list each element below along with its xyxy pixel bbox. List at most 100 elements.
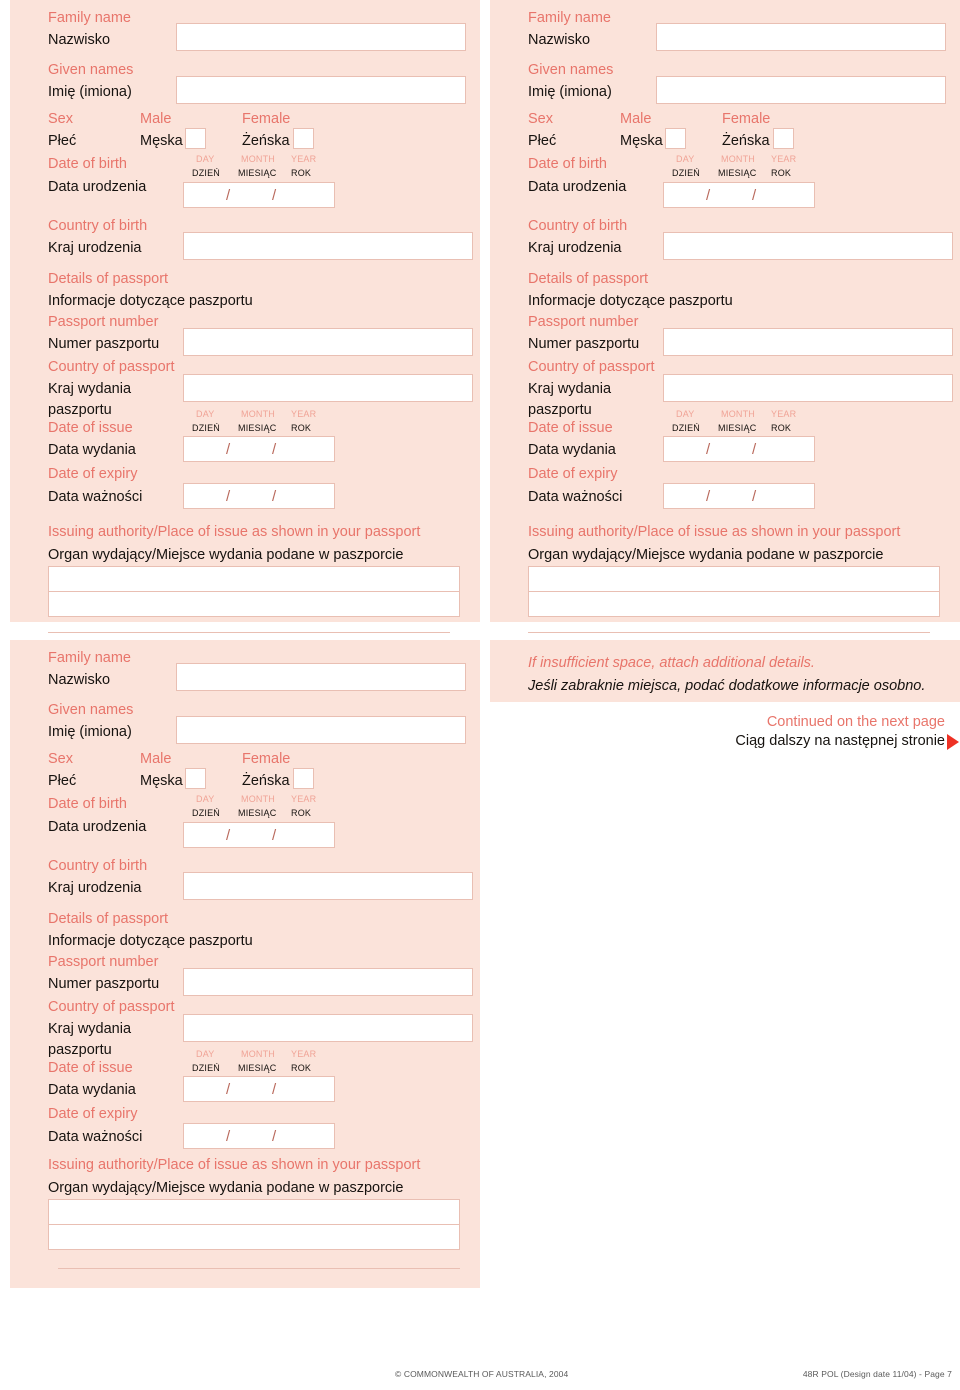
day-label-en: DAY	[196, 154, 215, 164]
passport-number-input[interactable]	[183, 328, 473, 356]
sex-female-checkbox[interactable]	[293, 128, 314, 149]
country-of-birth-input[interactable]	[183, 232, 473, 260]
block-separator-bottom	[58, 1268, 460, 1269]
given-names-input[interactable]	[656, 76, 946, 104]
given-names-label-pl: Imię (imiona)	[48, 84, 132, 100]
family-name-input[interactable]	[176, 663, 466, 691]
sex-label-en: Sex	[48, 751, 73, 767]
month-label-pl: MIESIĄC	[718, 168, 757, 178]
date-of-birth-label-en: Date of birth	[48, 796, 127, 812]
date-of-issue-input[interactable]: / /	[183, 436, 335, 462]
date-of-issue-label-pl: Data wydania	[528, 442, 616, 458]
family-name-label-en: Family name	[48, 10, 131, 26]
sex-female-checkbox[interactable]	[773, 128, 794, 149]
day-label-pl: DZIEŃ	[192, 168, 220, 178]
given-names-input[interactable]	[176, 716, 466, 744]
given-names-input[interactable]	[176, 76, 466, 104]
year-label-en: YEAR	[291, 154, 317, 164]
issuing-authority-label-en: Issuing authority/Place of issue as show…	[48, 1157, 421, 1173]
form-id-footer: 48R POL (Design date 11/04) - Page 7	[802, 1369, 952, 1379]
male-label-pl: Męska	[620, 133, 663, 149]
date-of-expiry-label-en: Date of expiry	[528, 466, 618, 482]
country-of-passport-label-pl-2: paszportu	[528, 402, 592, 418]
month-label-en: MONTH	[241, 1049, 275, 1059]
date-of-birth-label-en: Date of birth	[48, 156, 127, 172]
issuing-authority-input-line-1[interactable]	[528, 566, 940, 592]
continued-notice: Continued on the next page Ciąg dalszy n…	[490, 713, 959, 751]
passport-number-label-en: Passport number	[48, 314, 159, 330]
date-of-birth-input[interactable]: / /	[663, 182, 815, 208]
passport-number-input[interactable]	[183, 968, 473, 996]
year-label-pl: ROK	[291, 168, 312, 178]
country-of-birth-label-en: Country of birth	[48, 858, 148, 874]
sex-label-en: Sex	[48, 111, 73, 127]
country-of-birth-input[interactable]	[183, 872, 473, 900]
block-separator-right	[528, 632, 930, 633]
family-name-input[interactable]	[656, 23, 946, 51]
sex-male-checkbox[interactable]	[185, 768, 206, 789]
country-of-passport-label-pl-1: Kraj wydania	[48, 1021, 132, 1037]
day-label-en: DAY	[676, 154, 695, 164]
date-of-issue-input[interactable]: / /	[663, 436, 815, 462]
given-names-label-en: Given names	[48, 702, 134, 718]
female-label-pl: Żeńska	[242, 133, 290, 149]
issuing-authority-input-line-2[interactable]	[48, 591, 460, 617]
day-label-en: DAY	[196, 1049, 215, 1059]
day-label-pl: DZIEŃ	[672, 168, 700, 178]
day-label-en: DAY	[196, 794, 215, 804]
date-slash-2: /	[272, 1081, 277, 1098]
country-of-birth-input[interactable]	[663, 232, 953, 260]
date-of-expiry-input[interactable]: / /	[183, 483, 335, 509]
date-of-birth-input[interactable]: / /	[183, 182, 335, 208]
date-slash-1: /	[706, 187, 711, 204]
country-of-passport-label-pl-2: paszportu	[48, 1042, 112, 1058]
issuing-authority-input-line-1[interactable]	[48, 566, 460, 592]
issuing-authority-label-pl: Organ wydający/Miejsce wydania podane w …	[48, 547, 404, 563]
date-of-birth-input[interactable]: / /	[183, 822, 335, 848]
issuing-authority-label-en: Issuing authority/Place of issue as show…	[528, 524, 901, 540]
passport-number-label-en: Passport number	[528, 314, 639, 330]
date-slash-2: /	[752, 187, 757, 204]
month-label-pl: MIESIĄC	[238, 808, 277, 818]
sex-male-checkbox[interactable]	[185, 128, 206, 149]
passport-number-input[interactable]	[663, 328, 953, 356]
issuing-authority-input-line-2[interactable]	[48, 1224, 460, 1250]
date-of-issue-label-pl: Data wydania	[48, 1082, 136, 1098]
date-slash-2: /	[272, 441, 277, 458]
country-of-passport-input[interactable]	[183, 1014, 473, 1042]
date-slash-1: /	[226, 441, 231, 458]
country-of-passport-input[interactable]	[183, 374, 473, 402]
right-triangle-icon	[947, 734, 959, 750]
country-of-passport-label-en: Country of passport	[528, 359, 655, 375]
family-name-input[interactable]	[176, 23, 466, 51]
sex-label-pl: Płeć	[48, 773, 77, 789]
sex-male-checkbox[interactable]	[665, 128, 686, 149]
date-of-issue-label-pl: Data wydania	[48, 442, 136, 458]
male-label-pl: Męska	[140, 133, 183, 149]
date-slash-1: /	[706, 488, 711, 505]
issuing-authority-input-line-2[interactable]	[528, 591, 940, 617]
date-slash-1: /	[226, 827, 231, 844]
date-slash-2: /	[752, 488, 757, 505]
given-names-label-en: Given names	[48, 62, 134, 78]
day-label-pl: DZIEŃ	[192, 1063, 220, 1073]
female-label-en: Female	[242, 751, 291, 767]
details-of-passport-label-en: Details of passport	[48, 271, 169, 287]
date-of-expiry-label-pl: Data ważności	[48, 489, 143, 505]
year-label-pl: ROK	[291, 423, 312, 433]
sex-female-checkbox[interactable]	[293, 768, 314, 789]
sex-label-pl: Płeć	[528, 133, 557, 149]
year-label-pl: ROK	[291, 1063, 312, 1073]
country-of-birth-label-en: Country of birth	[48, 218, 148, 234]
family-name-label-pl: Nazwisko	[48, 672, 111, 688]
female-label-pl: Żeńska	[722, 133, 770, 149]
date-of-expiry-input[interactable]: / /	[663, 483, 815, 509]
copyright-notice: © COMMONWEALTH OF AUSTRALIA, 2004	[395, 1369, 569, 1379]
country-of-passport-input[interactable]	[663, 374, 953, 402]
details-of-passport-label-pl: Informacje dotyczące paszportu	[48, 933, 253, 949]
date-slash-1: /	[706, 441, 711, 458]
date-of-issue-input[interactable]: / /	[183, 1076, 335, 1102]
date-of-expiry-input[interactable]: / /	[183, 1123, 335, 1149]
male-label-en: Male	[140, 751, 172, 767]
issuing-authority-input-line-1[interactable]	[48, 1199, 460, 1225]
